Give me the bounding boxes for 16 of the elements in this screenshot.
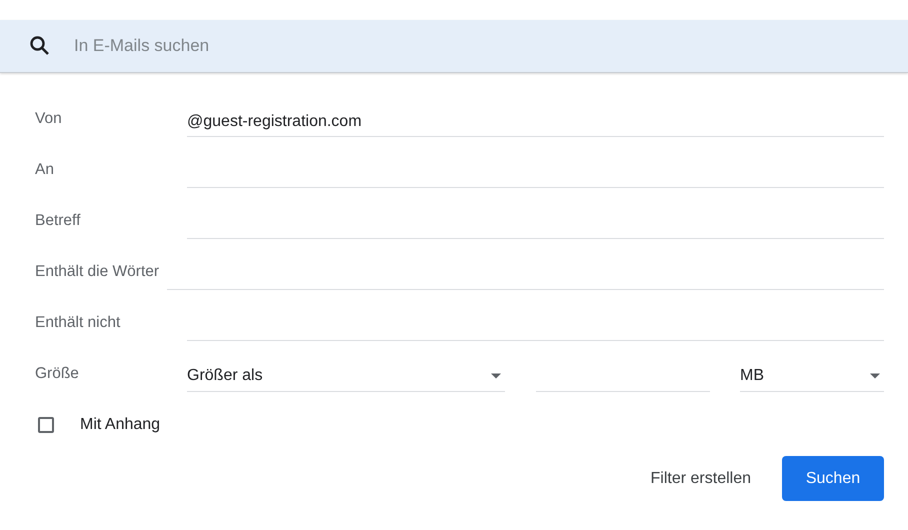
checkbox-label: Mit Anhang [80,416,160,434]
checkbox[interactable] [38,417,54,433]
field-label: Enthält die Wörter [35,263,160,282]
create-filter-button[interactable]: Filter erstellen [650,462,751,496]
search-button[interactable]: Suchen [782,456,884,501]
caret-icon [491,373,501,379]
field-label: Enthält nicht [35,314,122,333]
field-label: Größe [35,365,80,384]
size-unit-dropdown[interactable]: MB [740,361,884,392]
field-label: Von [35,110,63,129]
caret-icon [870,373,880,379]
field-label: An [35,161,55,180]
search-field[interactable]: In E-Mails suchen [74,36,474,56]
size-operator-dropdown[interactable]: Größer als [187,361,505,392]
input-field[interactable]: @guest-registration.com [187,107,884,137]
field-label: Betreff [35,212,82,231]
